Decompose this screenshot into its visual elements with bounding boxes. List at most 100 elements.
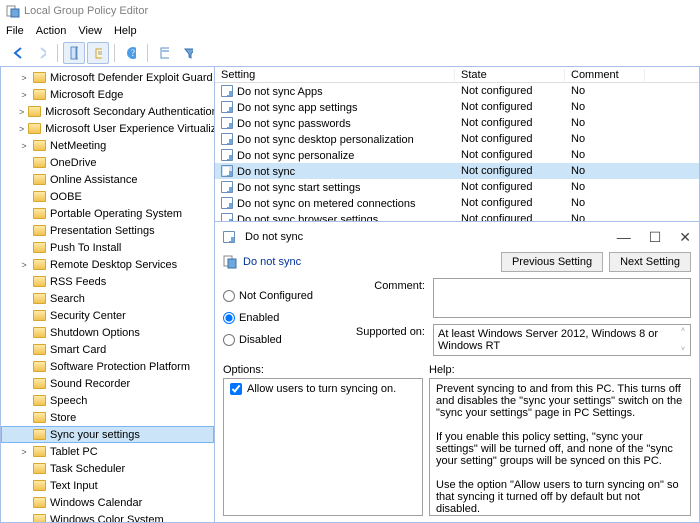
tree-item[interactable]: OOBE	[1, 188, 214, 205]
folder-icon	[33, 174, 46, 185]
radio-enabled[interactable]: Enabled	[223, 308, 333, 328]
tree-item[interactable]: Store	[1, 409, 214, 426]
list-row[interactable]: Do not syncNot configuredNo	[215, 163, 699, 179]
tree-item[interactable]: Push To Install	[1, 239, 214, 256]
toolbar: ?	[0, 40, 700, 66]
folder-icon	[33, 242, 46, 253]
folder-icon	[33, 157, 46, 168]
folder-icon	[33, 429, 46, 440]
svg-text:?: ?	[131, 48, 135, 58]
tree-item[interactable]: >NetMeeting	[1, 137, 214, 154]
properties-button[interactable]	[87, 42, 109, 64]
window-title: Local Group Policy Editor	[24, 5, 148, 17]
folder-icon	[33, 446, 46, 457]
tree-item[interactable]: >Microsoft User Experience Virtualizatio…	[1, 120, 214, 137]
folder-icon	[33, 327, 46, 338]
tree-item[interactable]: Task Scheduler	[1, 460, 214, 477]
list-row[interactable]: Do not sync AppsNot configuredNo	[215, 83, 699, 99]
tree-item[interactable]: Shutdown Options	[1, 324, 214, 341]
supported-on-field: At least Windows Server 2012, Windows 8 …	[433, 324, 691, 356]
menu-file[interactable]: File	[6, 25, 24, 37]
folder-icon	[33, 480, 46, 491]
back-button[interactable]	[6, 42, 28, 64]
header-comment[interactable]: Comment	[565, 69, 645, 81]
list-row[interactable]: Do not sync personalizeNot configuredNo	[215, 147, 699, 163]
settings-list[interactable]: Setting State Comment Do not sync AppsNo…	[215, 66, 700, 222]
list-row[interactable]: Do not sync start settingsNot configured…	[215, 179, 699, 195]
tree-item[interactable]: >Microsoft Defender Exploit Guard	[1, 69, 214, 86]
folder-icon	[33, 395, 46, 406]
menu-action[interactable]: Action	[36, 25, 67, 37]
options-box: Allow users to turn syncing on.	[223, 378, 423, 516]
tree-item[interactable]: RSS Feeds	[1, 273, 214, 290]
radio-not-configured[interactable]: Not Configured	[223, 286, 333, 306]
tree-item[interactable]: >Microsoft Secondary Authentication Fa	[1, 103, 214, 120]
folder-icon	[33, 344, 46, 355]
folder-icon	[33, 412, 46, 423]
tree-item[interactable]: Windows Calendar	[1, 494, 214, 511]
tree-item[interactable]: Portable Operating System	[1, 205, 214, 222]
list-row[interactable]: Do not sync browser settingsNot configur…	[215, 211, 699, 222]
tree-item[interactable]: Presentation Settings	[1, 222, 214, 239]
list-row[interactable]: Do not sync desktop personalizationNot c…	[215, 131, 699, 147]
tree-item[interactable]: Text Input	[1, 477, 214, 494]
folder-icon	[33, 497, 46, 508]
folder-icon	[28, 123, 41, 134]
header-state[interactable]: State	[455, 69, 565, 81]
show-hide-tree-button[interactable]	[63, 42, 85, 64]
list-row[interactable]: Do not sync app settingsNot configuredNo	[215, 99, 699, 115]
radio-disabled[interactable]: Disabled	[223, 330, 333, 350]
previous-setting-button[interactable]: Previous Setting	[501, 252, 603, 272]
tree-item[interactable]: >Remote Desktop Services	[1, 256, 214, 273]
policy-icon	[221, 213, 233, 223]
tree-item[interactable]: Security Center	[1, 307, 214, 324]
filter-options-button[interactable]	[153, 42, 175, 64]
next-setting-button[interactable]: Next Setting	[609, 252, 691, 272]
tree-item[interactable]: Software Protection Platform	[1, 358, 214, 375]
tree-item[interactable]: Speech	[1, 392, 214, 409]
folder-icon	[33, 463, 46, 474]
window-title-bar: Local Group Policy Editor	[0, 0, 700, 22]
folder-icon	[28, 106, 41, 117]
menu-bar: File Action View Help	[0, 22, 700, 40]
tree-item[interactable]: OneDrive	[1, 154, 214, 171]
filter-button[interactable]	[177, 42, 199, 64]
list-header: Setting State Comment	[215, 67, 699, 83]
policy-icon	[221, 133, 233, 145]
help-button[interactable]: ?	[120, 42, 142, 64]
list-row[interactable]: Do not sync on metered connectionsNot co…	[215, 195, 699, 211]
menu-view[interactable]: View	[78, 25, 102, 37]
dialog-subtitle: Do not sync	[243, 256, 301, 268]
header-setting[interactable]: Setting	[215, 69, 455, 81]
tree-item[interactable]: Search	[1, 290, 214, 307]
close-button[interactable]: ✕	[679, 229, 691, 246]
menu-help[interactable]: Help	[114, 25, 137, 37]
forward-button[interactable]	[30, 42, 52, 64]
policy-icon	[221, 165, 233, 177]
tree-item[interactable]: >Tablet PC	[1, 443, 214, 460]
folder-icon	[33, 378, 46, 389]
folder-icon	[33, 293, 46, 304]
comment-field[interactable]	[433, 278, 691, 318]
folder-icon	[33, 259, 46, 270]
comment-label: Comment:	[345, 278, 425, 292]
list-row[interactable]: Do not sync passwordsNot configuredNo	[215, 115, 699, 131]
folder-icon	[33, 276, 46, 287]
policy-icon	[223, 231, 235, 243]
maximize-button[interactable]: ☐	[649, 229, 662, 246]
policy-icon	[221, 149, 233, 161]
minimize-button[interactable]: —	[617, 229, 631, 246]
tree-pane[interactable]: >Microsoft Defender Exploit Guard>Micros…	[0, 66, 215, 523]
policy-icon	[221, 181, 233, 193]
policy-dialog: Do not sync — ☐ ✕ Do not sync Previous S…	[215, 222, 700, 523]
help-label: Help:	[429, 364, 691, 376]
tree-item[interactable]: Sound Recorder	[1, 375, 214, 392]
tree-item[interactable]: Windows Color System	[1, 511, 214, 523]
tree-item[interactable]: >Microsoft Edge	[1, 86, 214, 103]
tree-item[interactable]: Online Assistance	[1, 171, 214, 188]
help-box: Prevent syncing to and from this PC. Thi…	[429, 378, 691, 516]
folder-icon	[33, 140, 46, 151]
tree-item[interactable]: Smart Card	[1, 341, 214, 358]
tree-item[interactable]: Sync your settings	[1, 426, 214, 443]
allow-users-sync-checkbox[interactable]: Allow users to turn syncing on.	[230, 383, 416, 395]
